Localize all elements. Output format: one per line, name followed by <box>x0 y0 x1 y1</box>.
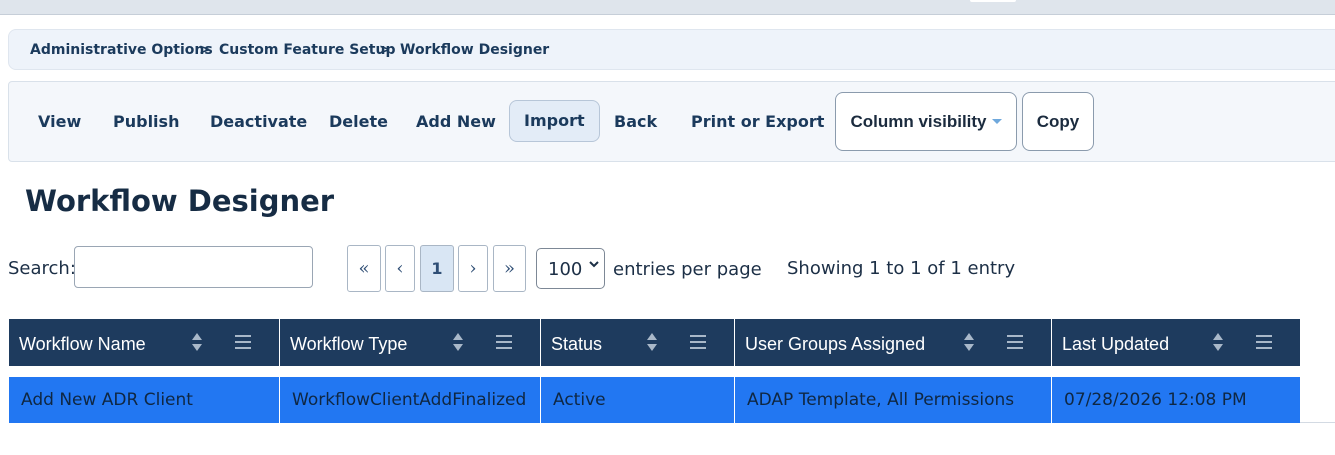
page-title: Workflow Designer <box>25 184 335 218</box>
cell-text: ADAP Template, All Permissions <box>747 390 1015 410</box>
cell-text: WorkflowClientAddFinalized <box>292 390 527 410</box>
copy-label: Copy <box>1036 112 1080 131</box>
cell-workflow-name: Add New ADR Client <box>9 377 280 423</box>
breadcrumb-administrative-options[interactable]: Administrative Options <box>30 42 213 58</box>
column-label: Workflow Type <box>290 334 408 354</box>
search-label: Search: <box>8 258 76 279</box>
cell-last-updated: 07/28/2026 12:08 PM <box>1052 377 1300 423</box>
print-export-button[interactable]: Print or Export <box>691 112 824 131</box>
cell-user-groups: ADAP Template, All Permissions <box>735 377 1052 423</box>
column-label: Workflow Name <box>19 334 146 354</box>
action-toolbar: View Publish Deactivate Delete Add New I… <box>8 81 1335 162</box>
table-bottom-border <box>1300 422 1335 423</box>
column-label: User Groups Assigned <box>745 334 926 354</box>
sort-updown-icon[interactable] <box>191 332 203 352</box>
hamburger-menu-icon[interactable] <box>1007 335 1023 349</box>
chevron-down-icon <box>588 258 600 274</box>
per-page-value: 100 <box>548 259 583 280</box>
cell-status: Active <box>541 377 735 423</box>
copy-button[interactable]: Copy <box>1022 92 1094 151</box>
prev-page-button[interactable]: ‹ <box>385 245 415 292</box>
last-page-button[interactable]: » <box>493 245 526 292</box>
hamburger-menu-icon[interactable] <box>235 335 251 349</box>
entries-per-page-label: entries per page <box>613 259 762 280</box>
column-header-last-updated[interactable]: Last Updated <box>1052 319 1300 366</box>
window-top-strip <box>0 0 1335 15</box>
showing-info: Showing 1 to 1 of 1 entry <box>787 258 1016 279</box>
add-new-button[interactable]: Add New <box>416 112 496 131</box>
sort-updown-icon[interactable] <box>646 332 658 352</box>
sort-updown-icon[interactable] <box>1212 332 1224 352</box>
cell-text: 07/28/2026 12:08 PM <box>1064 390 1247 410</box>
column-header-status[interactable]: Status <box>541 319 735 366</box>
publish-button[interactable]: Publish <box>113 112 179 131</box>
column-label: Last Updated <box>1062 334 1170 354</box>
hamburger-menu-icon[interactable] <box>496 335 512 349</box>
column-header-user-groups-assigned[interactable]: User Groups Assigned <box>735 319 1052 366</box>
breadcrumb-separator: > <box>199 42 211 58</box>
next-page-button[interactable]: › <box>458 245 488 292</box>
column-visibility-label: Column visibility <box>850 112 987 131</box>
breadcrumb-workflow-designer: Workflow Designer <box>400 42 550 58</box>
deactivate-button[interactable]: Deactivate <box>210 112 307 131</box>
breadcrumb: Administrative Options > Custom Feature … <box>8 29 1335 70</box>
per-page-select[interactable]: 100 <box>536 248 605 289</box>
hamburger-menu-icon[interactable] <box>1256 335 1272 349</box>
hamburger-menu-icon[interactable] <box>690 335 706 349</box>
back-button[interactable]: Back <box>614 112 657 131</box>
column-visibility-button[interactable]: Column visibility <box>835 92 1017 151</box>
cell-text: Active <box>553 390 606 410</box>
page-1-button[interactable]: 1 <box>420 245 454 292</box>
table-row[interactable]: Add New ADR Client WorkflowClientAddFina… <box>9 377 1300 423</box>
breadcrumb-custom-feature-setup[interactable]: Custom Feature Setup <box>219 42 395 58</box>
column-label: Status <box>551 334 603 354</box>
cell-workflow-type: WorkflowClientAddFinalized <box>280 377 541 423</box>
column-header-workflow-type[interactable]: Workflow Type <box>280 319 541 366</box>
top-tab-nub <box>970 0 1016 2</box>
search-input[interactable] <box>74 246 313 288</box>
delete-button[interactable]: Delete <box>329 112 388 131</box>
breadcrumb-separator: > <box>379 42 391 58</box>
sort-updown-icon[interactable] <box>963 332 975 352</box>
caret-down-icon <box>991 119 1002 124</box>
cell-text: Add New ADR Client <box>21 390 193 410</box>
import-button[interactable]: Import <box>509 100 600 142</box>
column-header-workflow-name[interactable]: Workflow Name <box>9 319 280 366</box>
first-page-button[interactable]: « <box>347 245 381 292</box>
table-header: Workflow Name Workflow Type Status User … <box>9 319 1300 366</box>
view-button[interactable]: View <box>38 112 81 131</box>
sort-updown-icon[interactable] <box>452 332 464 352</box>
